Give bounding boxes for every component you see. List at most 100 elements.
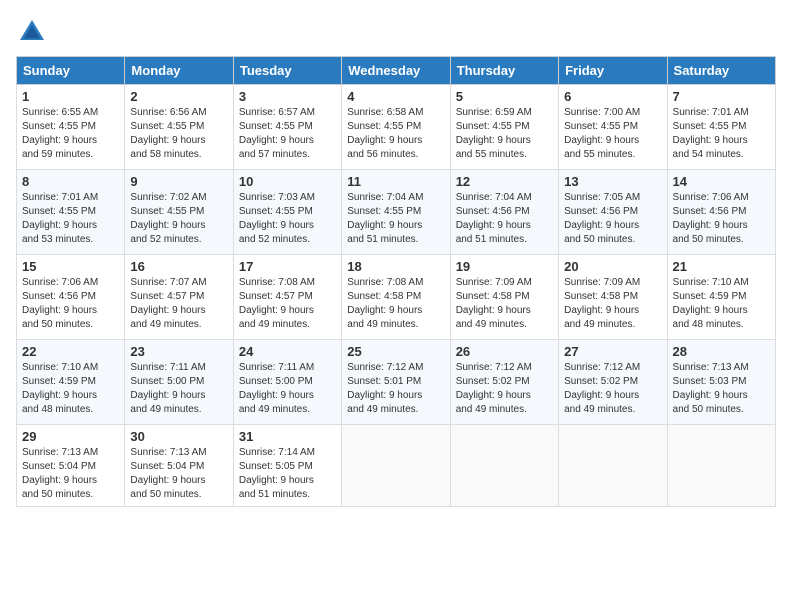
day-info: Sunrise: 7:13 AMSunset: 5:03 PMDaylight:… <box>673 361 770 417</box>
calendar-cell: 31 Sunrise: 7:14 AMSunset: 5:05 PMDayligh… <box>233 425 341 507</box>
week-row-1: 1 Sunrise: 6:55 AMSunset: 4:55 PMDaylight… <box>17 85 776 170</box>
calendar-cell: 13 Sunrise: 7:05 AMSunset: 4:56 PMDayligh… <box>559 170 667 255</box>
day-number: 13 <box>564 174 661 189</box>
day-info: Sunrise: 7:14 AMSunset: 5:05 PMDaylight:… <box>239 446 336 502</box>
calendar-cell: 4Sunrise: 6:58 AMSunset: 4:55 PMDaylight… <box>342 85 450 170</box>
day-number: 2 <box>130 89 227 104</box>
day-info: Sunrise: 7:06 AMSunset: 4:56 PMDaylight:… <box>673 191 770 247</box>
calendar-cell: 11 Sunrise: 7:04 AMSunset: 4:55 PMDayligh… <box>342 170 450 255</box>
day-number: 9 <box>130 174 227 189</box>
calendar-cell <box>667 425 775 507</box>
day-number: 29 <box>22 429 119 444</box>
calendar-cell <box>559 425 667 507</box>
day-info: Sunrise: 7:12 AMSunset: 5:02 PMDaylight:… <box>456 361 553 417</box>
day-info: Sunrise: 7:03 AMSunset: 4:55 PMDaylight:… <box>239 191 336 247</box>
col-header-friday: Friday <box>559 57 667 85</box>
day-number: 8 <box>22 174 119 189</box>
day-info: Sunrise: 6:55 AMSunset: 4:55 PMDaylight:… <box>22 106 119 162</box>
calendar-cell: 21Sunrise: 7:10 AMSunset: 4:59 PMDayligh… <box>667 255 775 340</box>
day-number: 31 <box>239 429 336 444</box>
day-number: 11 <box>347 174 444 189</box>
day-number: 23 <box>130 344 227 359</box>
calendar-cell: 28 Sunrise: 7:13 AMSunset: 5:03 PMDayligh… <box>667 340 775 425</box>
calendar-cell: 7Sunrise: 7:01 AMSunset: 4:55 PMDaylight… <box>667 85 775 170</box>
day-number: 19 <box>456 259 553 274</box>
calendar-cell: 25 Sunrise: 7:12 AMSunset: 5:01 PMDayligh… <box>342 340 450 425</box>
col-header-thursday: Thursday <box>450 57 558 85</box>
col-header-sunday: Sunday <box>17 57 125 85</box>
day-info: Sunrise: 7:09 AMSunset: 4:58 PMDaylight:… <box>564 276 661 332</box>
day-number: 27 <box>564 344 661 359</box>
calendar-cell <box>450 425 558 507</box>
col-header-wednesday: Wednesday <box>342 57 450 85</box>
day-info: Sunrise: 7:02 AMSunset: 4:55 PMDaylight:… <box>130 191 227 247</box>
calendar-cell: 16 Sunrise: 7:07 AMSunset: 4:57 PMDayligh… <box>125 255 233 340</box>
day-number: 16 <box>130 259 227 274</box>
day-number: 18 <box>347 259 444 274</box>
calendar-cell: 20 Sunrise: 7:09 AMSunset: 4:58 PMDayligh… <box>559 255 667 340</box>
week-row-4: 22 Sunrise: 7:10 AMSunset: 4:59 PMDayligh… <box>17 340 776 425</box>
header-row: SundayMondayTuesdayWednesdayThursdayFrid… <box>17 57 776 85</box>
logo <box>16 16 52 48</box>
col-header-tuesday: Tuesday <box>233 57 341 85</box>
page-header <box>16 16 776 48</box>
calendar-cell: 27 Sunrise: 7:12 AMSunset: 5:02 PMDayligh… <box>559 340 667 425</box>
day-number: 12 <box>456 174 553 189</box>
calendar-cell: 2 Sunrise: 6:56 AMSunset: 4:55 PMDaylight… <box>125 85 233 170</box>
calendar-cell: 15 Sunrise: 7:06 AMSunset: 4:56 PMDayligh… <box>17 255 125 340</box>
calendar-cell: 24 Sunrise: 7:11 AMSunset: 5:00 PMDayligh… <box>233 340 341 425</box>
day-info: Sunrise: 7:07 AMSunset: 4:57 PMDaylight:… <box>130 276 227 332</box>
calendar-cell: 6Sunrise: 7:00 AMSunset: 4:55 PMDaylight… <box>559 85 667 170</box>
calendar-cell: 8Sunrise: 7:01 AMSunset: 4:55 PMDaylight… <box>17 170 125 255</box>
day-info: Sunrise: 7:04 AMSunset: 4:55 PMDaylight:… <box>347 191 444 247</box>
day-number: 25 <box>347 344 444 359</box>
day-number: 20 <box>564 259 661 274</box>
day-info: Sunrise: 7:11 AMSunset: 5:00 PMDaylight:… <box>239 361 336 417</box>
day-number: 5 <box>456 89 553 104</box>
day-number: 10 <box>239 174 336 189</box>
day-info: Sunrise: 7:08 AMSunset: 4:57 PMDaylight:… <box>239 276 336 332</box>
day-info: Sunrise: 7:06 AMSunset: 4:56 PMDaylight:… <box>22 276 119 332</box>
calendar-cell: 29 Sunrise: 7:13 AMSunset: 5:04 PMDayligh… <box>17 425 125 507</box>
day-info: Sunrise: 7:13 AMSunset: 5:04 PMDaylight:… <box>22 446 119 502</box>
day-number: 22 <box>22 344 119 359</box>
calendar-cell: 3 Sunrise: 6:57 AMSunset: 4:55 PMDaylight… <box>233 85 341 170</box>
week-row-2: 8Sunrise: 7:01 AMSunset: 4:55 PMDaylight… <box>17 170 776 255</box>
day-number: 17 <box>239 259 336 274</box>
day-number: 26 <box>456 344 553 359</box>
col-header-saturday: Saturday <box>667 57 775 85</box>
day-info: Sunrise: 6:56 AMSunset: 4:55 PMDaylight:… <box>130 106 227 162</box>
calendar-cell: 26 Sunrise: 7:12 AMSunset: 5:02 PMDayligh… <box>450 340 558 425</box>
day-info: Sunrise: 7:11 AMSunset: 5:00 PMDaylight:… <box>130 361 227 417</box>
calendar-cell: 17 Sunrise: 7:08 AMSunset: 4:57 PMDayligh… <box>233 255 341 340</box>
calendar-cell: 10 Sunrise: 7:03 AMSunset: 4:55 PMDayligh… <box>233 170 341 255</box>
day-info: Sunrise: 6:57 AMSunset: 4:55 PMDaylight:… <box>239 106 336 162</box>
day-info: Sunrise: 7:12 AMSunset: 5:02 PMDaylight:… <box>564 361 661 417</box>
calendar-cell: 23 Sunrise: 7:11 AMSunset: 5:00 PMDayligh… <box>125 340 233 425</box>
day-info: Sunrise: 7:13 AMSunset: 5:04 PMDaylight:… <box>130 446 227 502</box>
calendar-cell <box>342 425 450 507</box>
calendar-cell: 9 Sunrise: 7:02 AMSunset: 4:55 PMDaylight… <box>125 170 233 255</box>
day-number: 28 <box>673 344 770 359</box>
day-info: Sunrise: 7:10 AMSunset: 4:59 PMDaylight:… <box>673 276 770 332</box>
day-number: 14 <box>673 174 770 189</box>
week-row-5: 29 Sunrise: 7:13 AMSunset: 5:04 PMDayligh… <box>17 425 776 507</box>
day-number: 7 <box>673 89 770 104</box>
day-info: Sunrise: 7:12 AMSunset: 5:01 PMDaylight:… <box>347 361 444 417</box>
day-number: 15 <box>22 259 119 274</box>
day-info: Sunrise: 6:58 AMSunset: 4:55 PMDaylight:… <box>347 106 444 162</box>
day-info: Sunrise: 7:00 AMSunset: 4:55 PMDaylight:… <box>564 106 661 162</box>
day-info: Sunrise: 7:10 AMSunset: 4:59 PMDaylight:… <box>22 361 119 417</box>
calendar-cell: 19Sunrise: 7:09 AMSunset: 4:58 PMDayligh… <box>450 255 558 340</box>
day-number: 3 <box>239 89 336 104</box>
calendar-cell: 12Sunrise: 7:04 AMSunset: 4:56 PMDayligh… <box>450 170 558 255</box>
col-header-monday: Monday <box>125 57 233 85</box>
day-number: 1 <box>22 89 119 104</box>
calendar-cell: 14 Sunrise: 7:06 AMSunset: 4:56 PMDayligh… <box>667 170 775 255</box>
calendar-table: SundayMondayTuesdayWednesdayThursdayFrid… <box>16 56 776 507</box>
calendar-cell: 22 Sunrise: 7:10 AMSunset: 4:59 PMDayligh… <box>17 340 125 425</box>
day-info: Sunrise: 7:05 AMSunset: 4:56 PMDaylight:… <box>564 191 661 247</box>
day-number: 24 <box>239 344 336 359</box>
calendar-cell: 1 Sunrise: 6:55 AMSunset: 4:55 PMDaylight… <box>17 85 125 170</box>
logo-icon <box>16 16 48 48</box>
